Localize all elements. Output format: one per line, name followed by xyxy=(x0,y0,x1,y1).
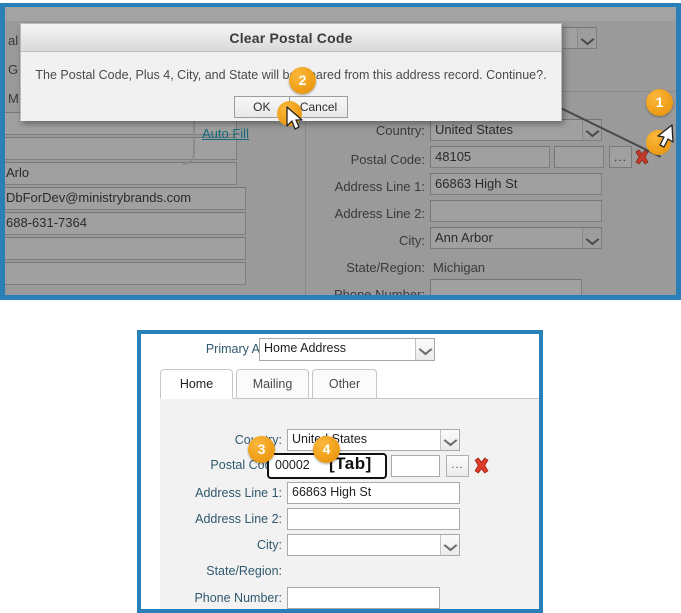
top-city-combo[interactable]: Ann Arbor xyxy=(430,227,602,249)
bottom-plus4-input[interactable] xyxy=(391,455,440,477)
chevron-down-icon[interactable] xyxy=(440,535,459,555)
top-city-value: Ann Arbor xyxy=(435,230,493,245)
top-address2-label: Address Line 2: xyxy=(334,206,425,221)
annotation-badge-3: 3 xyxy=(248,436,275,463)
top-country-value: United States xyxy=(435,122,514,137)
top-country-combo[interactable]: United States xyxy=(430,119,602,141)
top-phone-input[interactable] xyxy=(430,279,582,295)
mouse-cursor-icon-2 xyxy=(284,105,306,134)
top-band xyxy=(5,7,676,21)
top-state-value: Michigan xyxy=(433,260,486,275)
left-field-phone[interactable]: 688-631-7364 xyxy=(5,212,246,235)
left-field-email[interactable]: DbForDev@ministrybrands.com xyxy=(5,187,246,210)
partial-label-3: M xyxy=(8,91,19,106)
chevron-down-icon[interactable] xyxy=(582,228,601,248)
bottom-state-label: State/Region: xyxy=(206,564,282,578)
left-field-first-name[interactable]: Arlo xyxy=(5,162,237,185)
top-address1-label: Address Line 1: xyxy=(334,179,425,194)
top-address1-input[interactable]: 66863 High St xyxy=(430,173,602,195)
primary-address-combo[interactable]: Home Address xyxy=(259,338,435,361)
top-address2-input[interactable] xyxy=(430,200,602,222)
annotation-badge-2: 2 xyxy=(289,67,316,94)
left-field-6[interactable] xyxy=(5,237,246,260)
annotation-badge-4: 4 xyxy=(313,436,340,463)
top-plus4-input[interactable] xyxy=(554,146,604,168)
bottom-screenshot-panel: Primary Address: Home Address Home Maili… xyxy=(137,330,543,613)
dialog-titlebar: Clear Postal Code xyxy=(21,24,561,52)
top-city-label: City: xyxy=(399,233,425,248)
tab-other[interactable]: Other xyxy=(312,369,377,399)
home-tab-content: Country: United States Postal Code: 0000… xyxy=(160,398,539,609)
bottom-address2-label: Address Line 2: xyxy=(195,512,282,526)
left-field-7[interactable] xyxy=(5,262,246,285)
red-x-clear-icon[interactable] xyxy=(473,457,489,474)
bottom-phone-label: Phone Number: xyxy=(194,591,282,605)
top-country-label: Country: xyxy=(375,123,425,138)
bottom-postal-browse-button[interactable]: ... xyxy=(446,455,469,477)
top-screenshot-panel: al G M Arlo DbForDev@ministrybrands.com … xyxy=(0,3,681,300)
partial-label-1: al xyxy=(8,33,19,48)
chevron-down-icon[interactable] xyxy=(577,28,596,48)
tab-mailing[interactable]: Mailing xyxy=(236,369,309,399)
chevron-down-icon[interactable] xyxy=(440,430,459,450)
annotation-badge-1: 1 xyxy=(646,89,673,116)
bottom-city-label: City: xyxy=(257,538,282,552)
tab-home[interactable]: Home xyxy=(160,369,233,399)
dialog-title: Clear Postal Code xyxy=(229,29,353,46)
bottom-phone-input[interactable] xyxy=(287,587,440,609)
bottom-address2-input[interactable] xyxy=(287,508,460,530)
top-phone-label: Phone Number: xyxy=(333,287,425,300)
primary-address-value: Home Address xyxy=(264,341,346,355)
top-state-label: State/Region: xyxy=(346,260,425,275)
bottom-address1-label: Address Line 1: xyxy=(195,486,282,500)
bottom-postal-value: 00002 xyxy=(275,458,310,472)
bottom-city-combo[interactable] xyxy=(287,534,460,556)
bottom-address1-input[interactable]: 66863 High St xyxy=(287,482,460,504)
top-postal-input[interactable]: 48105 xyxy=(430,146,550,168)
partial-label-2: G xyxy=(8,62,19,77)
mouse-cursor-icon-1 xyxy=(655,123,676,152)
top-postal-browse-button[interactable]: ... xyxy=(609,146,632,168)
auto-fill-link[interactable]: Auto Fill xyxy=(202,126,249,141)
top-postal-label: Postal Code: xyxy=(350,152,425,167)
chevron-down-icon[interactable] xyxy=(415,339,434,360)
